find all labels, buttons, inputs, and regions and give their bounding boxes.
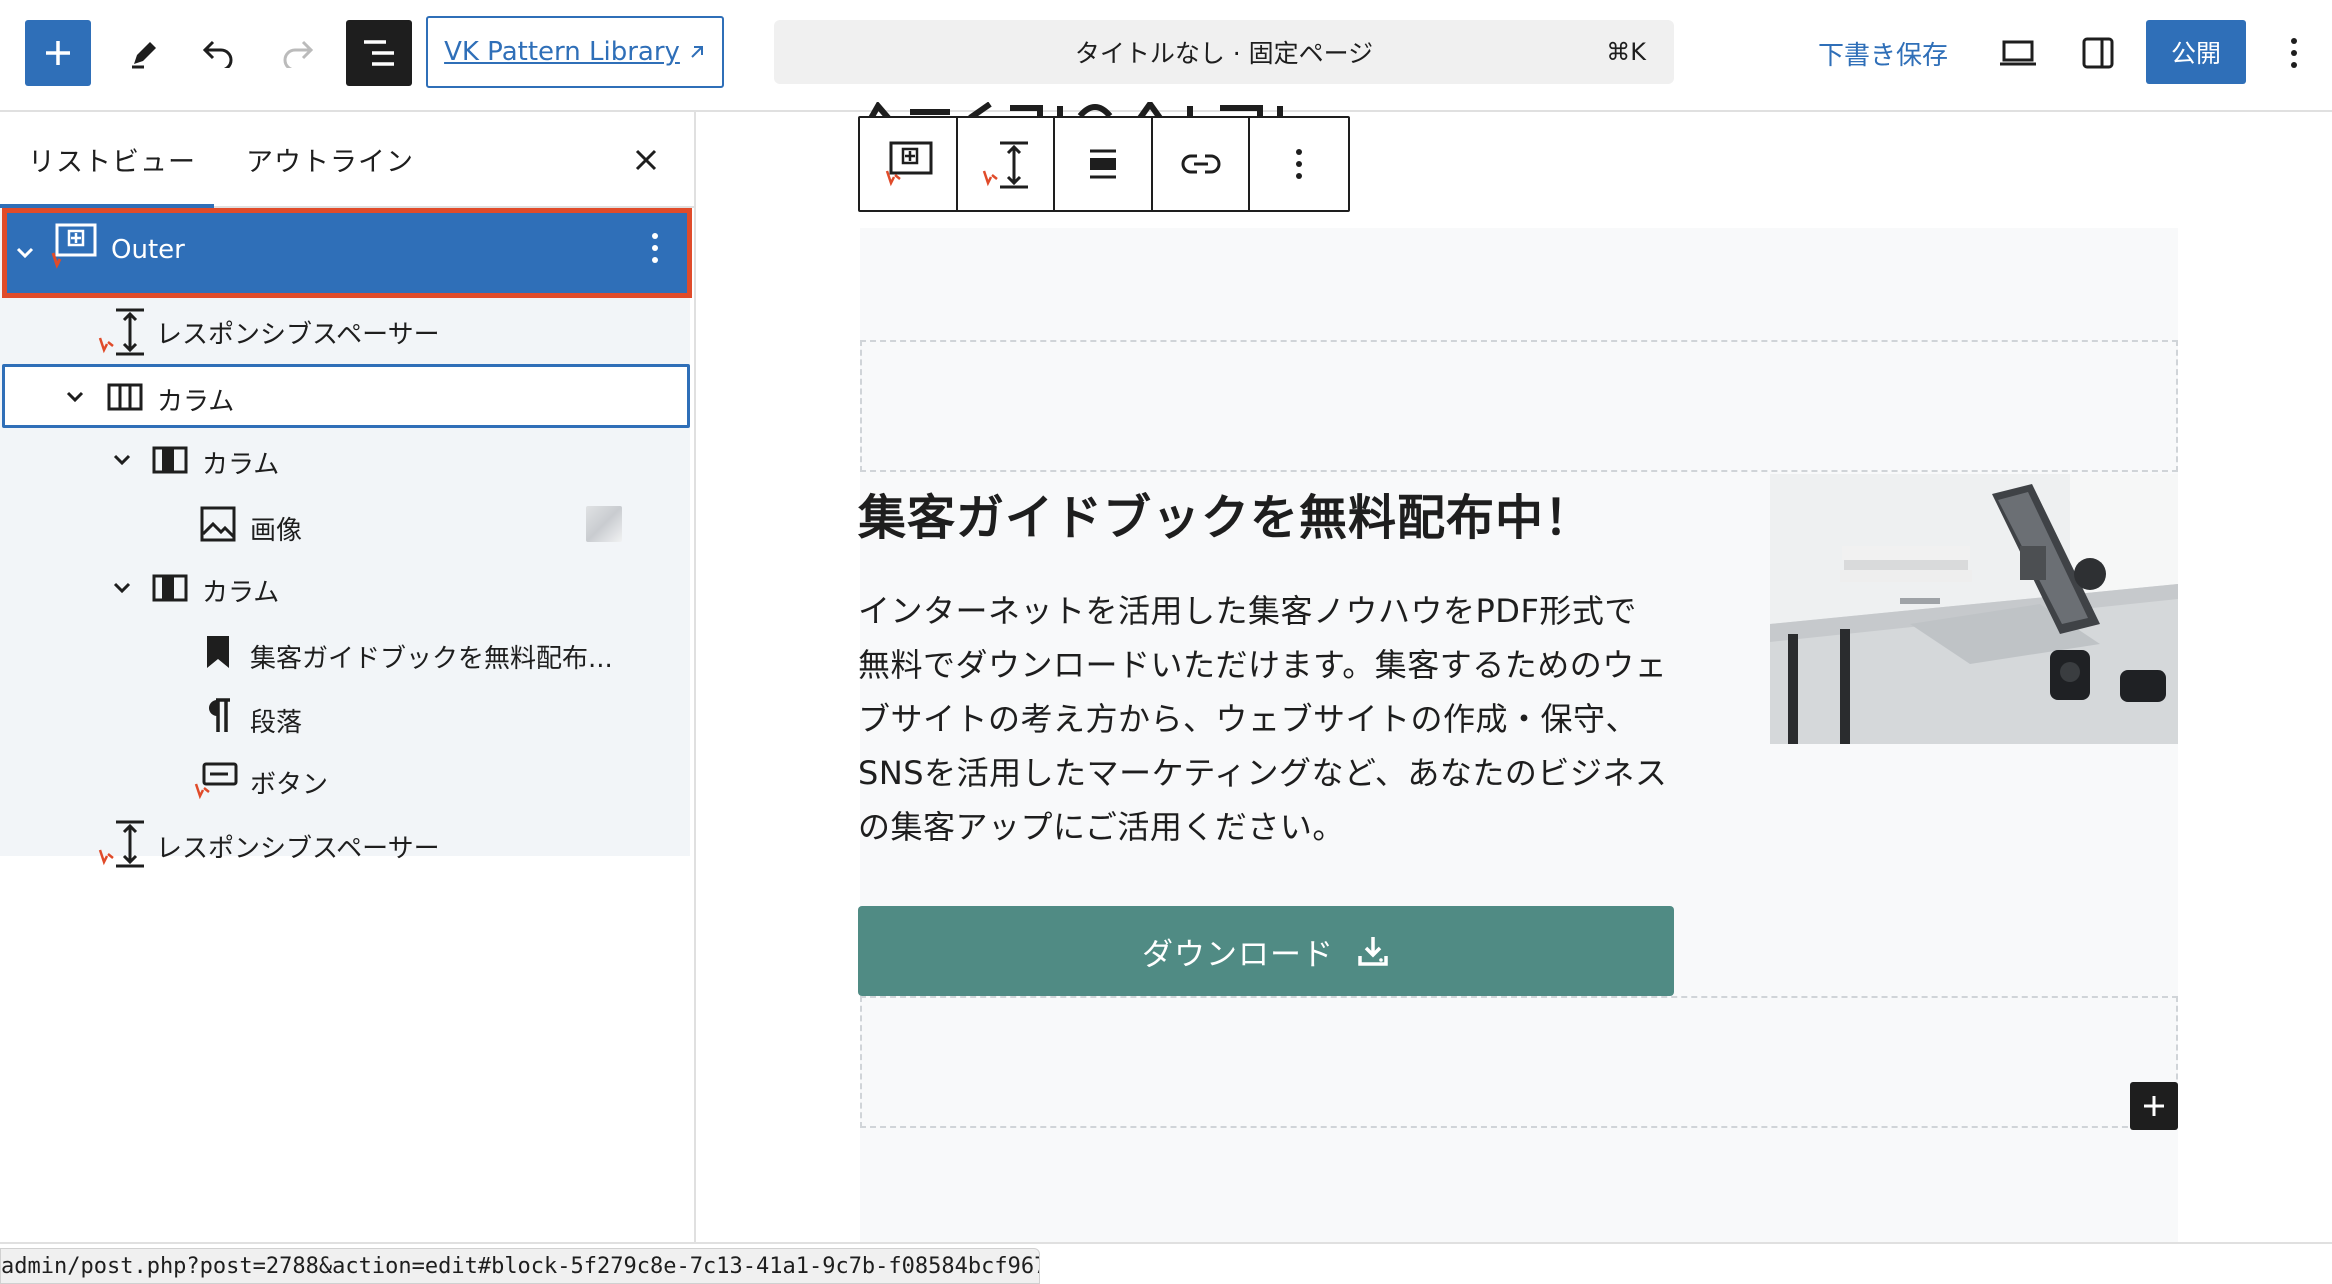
sidebar-toggle-icon: [2082, 37, 2114, 69]
tree-item-paragraph[interactable]: 段落: [0, 684, 690, 748]
publish-button[interactable]: 公開: [2146, 20, 2246, 84]
tree-item-spacer[interactable]: レスポンシブスペーサー: [0, 812, 690, 876]
tree-item-label: カラム: [202, 578, 280, 608]
outer-block-toolbar-button[interactable]: [860, 118, 958, 210]
tree-item-outer[interactable]: Outer: [2, 208, 692, 298]
command-palette-bar[interactable]: タイトルなし · 固定ページ ⌘K: [774, 20, 1674, 84]
status-link-url: admin/post.php?post=2788&action=edit#blo…: [0, 1248, 1040, 1284]
close-icon[interactable]: [628, 142, 664, 178]
block-appender-button[interactable]: [2130, 1082, 2178, 1130]
settings-sidebar-button[interactable]: [2066, 20, 2130, 86]
outer-block-icon: [49, 221, 99, 271]
tab-outline[interactable]: アウトライン: [246, 140, 414, 179]
link-icon: [1181, 154, 1221, 174]
redo-button[interactable]: [266, 22, 328, 84]
responsive-spacer-bottom[interactable]: [860, 996, 2178, 1128]
tree-item-columns[interactable]: カラム: [2, 364, 690, 428]
spacer-toolbar-button[interactable]: [958, 118, 1056, 210]
preview-button[interactable]: [1986, 20, 2050, 86]
align-full-icon: [1090, 149, 1117, 179]
spacer-icon: [96, 308, 148, 356]
list-view-sidebar: リストビュー アウトライン Outer レスポンシブスペーサー カラム カラム …: [0, 112, 696, 1242]
undo-button[interactable]: [188, 22, 250, 84]
responsive-spacer-top[interactable]: [860, 340, 2178, 472]
tree-item-column[interactable]: カラム: [0, 556, 690, 620]
edit-tool-button[interactable]: [114, 22, 176, 84]
sidebar-tabs: リストビュー アウトライン: [0, 112, 694, 208]
add-block-button[interactable]: [25, 20, 91, 86]
block-toolbar: [858, 116, 1350, 212]
columns-icon: [105, 377, 145, 417]
image-icon: [198, 504, 238, 544]
download-button[interactable]: ダウンロード: [858, 906, 1674, 996]
tree-item-label: カラム: [157, 387, 235, 417]
block-tree: Outer レスポンシブスペーサー カラム カラム 画像 カラム 集客ガイドブッ…: [0, 208, 692, 868]
pencil-icon: [132, 42, 156, 69]
plus-icon: [46, 41, 70, 65]
vk-pattern-library-link[interactable]: VK Pattern Library: [426, 16, 724, 88]
guidebook-paragraph[interactable]: インターネットを活用した集客ノウハウをPDF形式で無料でダウンロードいただけます…: [858, 584, 1668, 854]
redo-icon: [283, 40, 314, 68]
document-title: タイトルなし · 固定ページ: [1074, 39, 1374, 68]
tree-item-label: 集客ガイドブックを無料配布...: [250, 644, 613, 674]
save-draft-button[interactable]: 下書き保存: [1808, 20, 1958, 86]
tab-list-view[interactable]: リストビュー: [28, 140, 196, 179]
tree-item-column[interactable]: カラム: [0, 428, 690, 492]
more-options-button[interactable]: [2266, 20, 2322, 86]
image-thumbnail: [586, 506, 622, 542]
external-arrow-icon: [691, 46, 703, 58]
tree-item-label: ボタン: [250, 770, 329, 800]
tree-item-label: カラム: [202, 450, 280, 480]
guidebook-heading[interactable]: 集客ガイドブックを無料配布中！: [858, 478, 1593, 548]
chevron-down-icon[interactable]: [110, 448, 134, 472]
tree-item-label: レスポンシブスペーサー: [156, 834, 440, 864]
chevron-down-icon[interactable]: [13, 241, 37, 265]
bookmark-icon: [198, 632, 238, 672]
download-button-label: ダウンロード: [1142, 936, 1334, 973]
list-view-button[interactable]: [346, 20, 412, 86]
tree-item-heading[interactable]: 集客ガイドブックを無料配布...: [0, 620, 690, 684]
spacer-icon: [96, 820, 148, 868]
download-icon: [1358, 937, 1388, 966]
block-options-button[interactable]: [1250, 118, 1348, 210]
vertical-ellipsis-icon[interactable]: [651, 231, 659, 265]
vk-pattern-library-label: VK Pattern Library: [444, 37, 680, 67]
tree-item-label: レスポンシブスペーサー: [156, 320, 440, 350]
undo-icon: [202, 40, 233, 68]
button-icon: [192, 758, 240, 802]
spacer-icon: [983, 141, 1029, 189]
chevron-down-icon[interactable]: [63, 385, 87, 409]
link-toolbar-button[interactable]: [1153, 118, 1251, 210]
column-icon: [150, 568, 190, 608]
vertical-ellipsis-icon: [1296, 149, 1303, 179]
chevron-down-icon[interactable]: [110, 576, 134, 600]
laptop-icon: [2000, 40, 2036, 66]
plus-icon: [2144, 1096, 2164, 1116]
laptop-desk-photo[interactable]: [1770, 474, 2178, 744]
editor-header: VK Pattern Library タイトルなし · 固定ページ ⌘K 下書き…: [0, 0, 2332, 112]
outer-block-icon: [885, 141, 933, 187]
tree-item-image[interactable]: 画像: [0, 492, 690, 556]
tree-item-label: Outer: [111, 235, 185, 265]
tree-item-label: 段落: [250, 708, 303, 738]
vertical-ellipsis-icon: [2291, 38, 2297, 68]
align-toolbar-button[interactable]: [1055, 118, 1153, 210]
column-icon: [150, 440, 190, 480]
tree-item-spacer[interactable]: レスポンシブスペーサー: [0, 298, 690, 362]
tree-item-button[interactable]: ボタン: [0, 748, 690, 812]
list-view-icon: [364, 40, 394, 66]
tree-item-label: 画像: [250, 516, 303, 546]
command-shortcut: ⌘K: [1606, 38, 1646, 66]
paragraph-icon: [198, 696, 238, 736]
